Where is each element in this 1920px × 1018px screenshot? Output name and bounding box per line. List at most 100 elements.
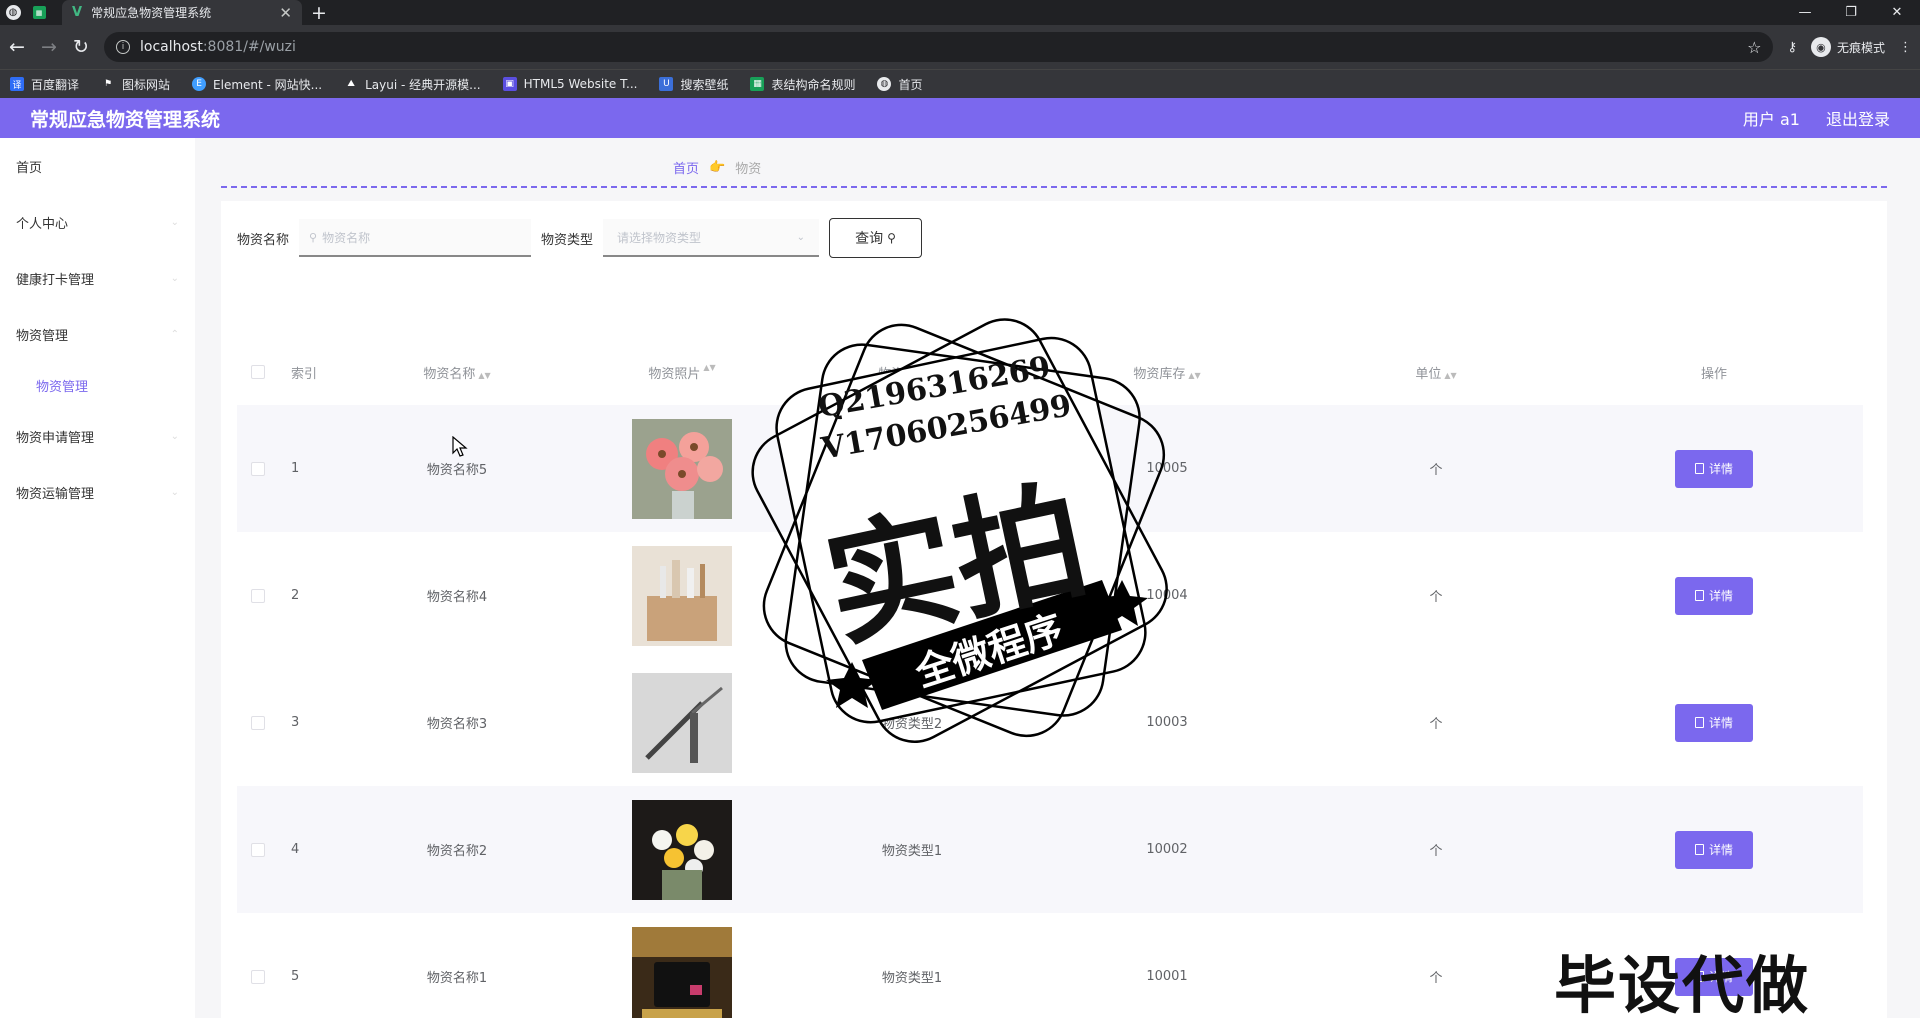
- pinned-tab-icon[interactable]: ▦: [26, 0, 52, 25]
- sidebar: 首页 个人中心 ⌄ 健康打卡管理 ⌄ 物资管理 ⌃ 物资管理 物资申请管理 ⌄ 物资运输…: [0, 138, 195, 1018]
- close-window-icon[interactable]: ✕: [1874, 0, 1920, 25]
- cell-name: 物资名称5: [426, 463, 488, 478]
- cell-stock: 10004: [1146, 588, 1188, 603]
- row-checkbox[interactable]: [251, 842, 265, 857]
- key-icon[interactable]: ⚷: [1787, 40, 1797, 55]
- material-photo: [632, 418, 732, 519]
- bookmark-item[interactable]: ▦ 表结构命名规则: [750, 76, 855, 93]
- bookmark-item[interactable]: ▣ HTML5 Website T...: [502, 77, 637, 91]
- menu-dots-icon[interactable]: ⋮: [1899, 40, 1912, 55]
- cell-stock: 10005: [1146, 461, 1188, 476]
- cell-index: 4: [291, 842, 300, 857]
- row-checkbox[interactable]: [251, 969, 265, 984]
- detail-button[interactable]: 详情: [1675, 576, 1753, 615]
- sidebar-subitem-material-mgmt[interactable]: 物资管理: [0, 362, 195, 408]
- sort-icon: ▲▼: [933, 370, 946, 380]
- col-header[interactable]: 物资库存 ▲▼: [1027, 363, 1307, 382]
- url-field[interactable]: i localhost:8081/#/wuzi ☆: [104, 32, 1774, 62]
- site-info-icon[interactable]: i: [116, 40, 130, 54]
- col-header[interactable]: 单位 ▲▼: [1307, 363, 1565, 382]
- sort-icon: ▲▼: [478, 370, 491, 380]
- cell-name: 物资名称2: [426, 844, 488, 859]
- sort-icon: ▲▼: [703, 362, 716, 372]
- sidebar-item-home[interactable]: 首页: [0, 138, 195, 194]
- browser-tab-active[interactable]: V 常规应急物资管理系统 ✕: [62, 0, 302, 25]
- query-button[interactable]: 查询 ⚲: [829, 218, 923, 258]
- search-icon: ⚲: [309, 230, 318, 244]
- restore-icon[interactable]: ❐: [1828, 0, 1874, 25]
- material-photo: [632, 926, 732, 1018]
- sidebar-item-personal-center[interactable]: 个人中心 ⌄: [0, 194, 195, 250]
- cell-name: 物资名称3: [426, 717, 488, 732]
- chevron-down-icon: ⌄: [170, 216, 179, 228]
- globe-icon[interactable]: ◍: [0, 0, 26, 25]
- bookmark-item[interactable]: E Element - 网站快...: [192, 76, 322, 93]
- detail-button[interactable]: 详情: [1675, 449, 1753, 488]
- cell-unit: 个: [1429, 717, 1443, 732]
- forward-icon[interactable]: →: [40, 36, 58, 58]
- incognito-icon: ◉: [1810, 37, 1831, 57]
- url-text: localhost:8081/#/wuzi: [140, 39, 296, 55]
- reload-icon[interactable]: ↻: [72, 36, 90, 58]
- bookmark-item[interactable]: ◍ 首页: [877, 76, 923, 93]
- bookmark-item[interactable]: ⛰ Layui - 经典开源模...: [344, 76, 480, 93]
- content-panel: 物资名称 ⚲ 物资名称 物资类型 请选择物资类型 ⌄ 查询 ⚲ 索引 物资名称 ▲…: [221, 201, 1887, 1018]
- dashed-divider: [221, 186, 1887, 188]
- chevron-down-icon: ⌄: [170, 272, 179, 284]
- table-row: 1 物资名称5 物资类型4 10005 个 详情: [237, 405, 1863, 532]
- window-controls: — ❐ ✕: [1782, 0, 1920, 25]
- bookmark-star-icon[interactable]: ☆: [1747, 38, 1761, 57]
- cell-index: 5: [291, 969, 300, 984]
- breadcrumb-current: 物资: [735, 162, 762, 177]
- back-icon[interactable]: ←: [8, 36, 26, 58]
- close-tab-icon[interactable]: ✕: [279, 4, 292, 22]
- table-row: 3 物资名称3 物资类型2 10003 个 详情: [237, 659, 1863, 786]
- name-search-input[interactable]: ⚲ 物资名称: [299, 219, 532, 257]
- type-select[interactable]: 请选择物资类型 ⌄: [603, 219, 820, 257]
- col-header[interactable]: 物资名称 ▲▼: [347, 363, 567, 382]
- browser-tab-strip: ◍ ▦ V 常规应急物资管理系统 ✕ + — ❐ ✕: [0, 0, 1920, 25]
- chevron-down-icon: ⌄: [170, 486, 179, 498]
- cell-index: 2: [291, 588, 300, 603]
- bookmark-item[interactable]: ⚑ 图标网站: [101, 76, 170, 93]
- bookmark-item[interactable]: 译百度翻译: [10, 76, 79, 93]
- minimize-icon[interactable]: —: [1782, 0, 1828, 25]
- material-photo: [632, 672, 732, 773]
- col-header: 索引: [291, 366, 318, 382]
- table-header: 索引 物资名称 ▲▼ 物资照片 ▲▼ 物资类型 ▲▼ 物资库存 ▲▼ 单位 ▲▼ 操作: [237, 339, 1863, 405]
- detail-button[interactable]: 详情: [1675, 703, 1753, 742]
- app-header: 常规应急物资管理系统 用户 a1 退出登录: [0, 98, 1920, 138]
- sidebar-item-material-mgmt[interactable]: 物资管理 ⌃: [0, 306, 195, 362]
- document-icon: [1694, 590, 1704, 601]
- sidebar-item-health-checkin[interactable]: 健康打卡管理 ⌄: [0, 250, 195, 306]
- bookmarks-bar: 译百度翻译 ⚑ 图标网站 E Element - 网站快... ⛰ Layui - 经…: [0, 69, 1920, 98]
- row-checkbox[interactable]: [251, 461, 265, 476]
- cell-type: 物资类型4: [881, 463, 943, 478]
- sidebar-item-material-transport[interactable]: 物资运输管理 ⌄: [0, 464, 195, 520]
- bookmark-item[interactable]: U 搜索壁纸: [659, 76, 728, 93]
- cell-unit: 个: [1429, 463, 1443, 478]
- logout-link[interactable]: 退出登录: [1826, 106, 1890, 130]
- new-tab-icon[interactable]: +: [302, 0, 336, 25]
- sidebar-item-material-apply[interactable]: 物资申请管理 ⌄: [0, 408, 195, 464]
- row-checkbox[interactable]: [251, 588, 265, 603]
- cell-unit: 个: [1429, 590, 1443, 605]
- col-header[interactable]: 物资类型 ▲▼: [797, 363, 1027, 382]
- incognito-indicator[interactable]: ◉ 无痕模式: [1810, 37, 1885, 57]
- sort-icon: ▲▼: [1188, 370, 1201, 380]
- col-header: 操作: [1700, 366, 1727, 382]
- detail-button[interactable]: 详情: [1675, 830, 1753, 869]
- cell-name: 物资名称4: [426, 590, 488, 605]
- cell-unit: 个: [1429, 971, 1443, 986]
- material-photo: [632, 799, 732, 900]
- row-checkbox[interactable]: [251, 715, 265, 730]
- breadcrumb: 首页 👉 物资: [673, 158, 761, 177]
- type-filter-label: 物资类型: [541, 232, 594, 248]
- cell-stock: 10002: [1146, 842, 1188, 857]
- select-all-checkbox[interactable]: [251, 365, 265, 379]
- cell-index: 1: [291, 461, 300, 476]
- col-header[interactable]: 物资照片 ▲▼: [567, 363, 797, 382]
- breadcrumb-home[interactable]: 首页: [673, 158, 699, 177]
- mouse-cursor-icon: [452, 436, 468, 457]
- vue-logo-icon: V: [72, 5, 83, 20]
